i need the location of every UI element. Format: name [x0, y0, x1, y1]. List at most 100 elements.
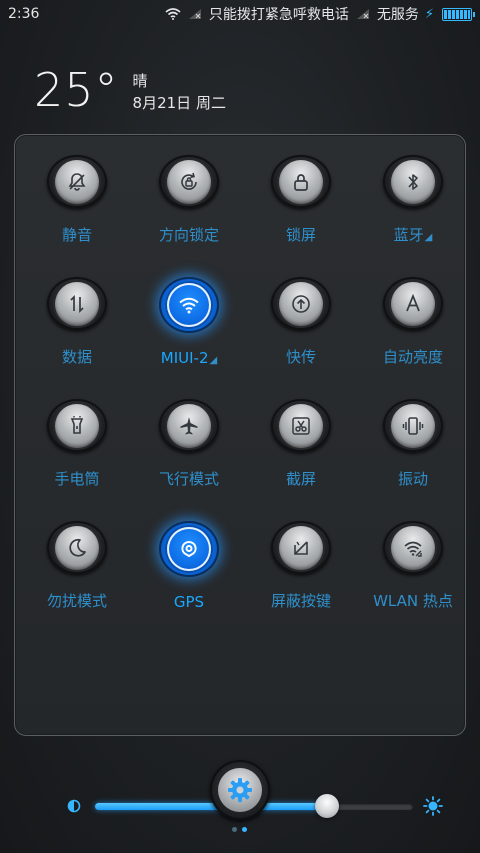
toggle-block-keys[interactable]: 屏蔽按键 — [245, 501, 357, 611]
settings-button[interactable] — [210, 760, 270, 820]
toggle-hotspot[interactable]: WLAN 热点 — [357, 501, 469, 611]
wifi-status-icon — [165, 8, 181, 20]
carrier-text-2: 无服务 — [376, 7, 419, 23]
page-dot[interactable] — [232, 827, 237, 832]
toggle-knob-face — [167, 159, 211, 204]
toggle-knob-face — [55, 159, 99, 204]
moon-icon — [69, 538, 86, 557]
toggle-knob-face — [167, 527, 211, 571]
carrier-text: 只能拨打紧急呼救电话 — [208, 7, 349, 23]
status-indicators: 只能拨打紧急呼救电话 无服务 ⚡ — [165, 4, 475, 24]
signal-none-icon-2 — [356, 9, 369, 19]
page-dot-active[interactable] — [242, 827, 247, 832]
toggle-knob[interactable] — [47, 399, 107, 452]
toggle-label: 屏蔽按键 — [271, 590, 331, 611]
gear-icon — [228, 778, 252, 802]
flashlight-icon — [70, 415, 84, 434]
toggle-label: 方向锁定 — [159, 224, 219, 245]
more-indicator-icon: ◢ — [424, 232, 433, 243]
toggle-scissors[interactable]: 截屏 — [245, 379, 357, 489]
toggle-label: 飞行模式 — [159, 468, 219, 489]
toggle-label-text: MIUI-2 — [160, 349, 209, 367]
toggle-knob[interactable] — [383, 521, 443, 574]
toggle-gps[interactable]: GPS — [133, 501, 245, 611]
brightness-high-icon — [423, 796, 443, 816]
toggle-data-arrows[interactable]: 数据 — [21, 257, 133, 367]
weather-date: 8月21日 周二 — [132, 94, 226, 112]
vibrate-icon — [402, 416, 424, 435]
brightness-low-icon — [67, 799, 81, 813]
letter-a-icon — [406, 293, 420, 311]
toggle-knob-face — [391, 403, 435, 448]
toggle-knob[interactable] — [271, 155, 331, 208]
settings-knob — [218, 768, 262, 812]
brightness-thumb[interactable] — [315, 794, 340, 818]
toggle-upload[interactable]: 快传 — [245, 257, 357, 367]
toggle-label: 自动亮度 — [383, 346, 443, 367]
toggle-vibrate[interactable]: 振动 — [357, 379, 469, 489]
toggle-knob[interactable] — [383, 399, 443, 452]
toggle-rotation-lock[interactable]: 方向锁定 — [133, 135, 245, 245]
toggle-knob-face — [391, 281, 435, 326]
toggle-label-text: 方向锁定 — [158, 226, 219, 244]
weather-widget[interactable]: 25° 晴 8月21日 周二 — [34, 64, 226, 116]
toggle-knob[interactable] — [271, 521, 331, 574]
temperature: 25° — [34, 63, 119, 117]
toggle-knob[interactable] — [159, 399, 219, 452]
wifi-icon — [179, 297, 199, 314]
toggle-knob-face — [391, 159, 435, 204]
toggle-knob-face — [55, 403, 99, 448]
more-indicator-icon: ◢ — [209, 355, 218, 366]
weather-condition: 晴 — [132, 72, 148, 90]
toggle-moon[interactable]: 勿扰模式 — [21, 501, 133, 611]
toggle-knob-face — [55, 525, 99, 570]
toggle-bell-off[interactable]: 静音 — [21, 135, 133, 245]
toggle-knob-face — [279, 281, 323, 326]
toggle-label-text: 蓝牙 — [393, 226, 424, 244]
toggle-label-text: 静音 — [61, 226, 92, 244]
toggle-label-text: WLAN 热点 — [373, 592, 453, 610]
block-keys-icon — [294, 540, 308, 555]
weather-info: 晴 8月21日 周二 — [133, 70, 226, 114]
bluetooth-icon — [408, 173, 418, 190]
scissors-icon — [292, 416, 310, 435]
toggle-label-text: 锁屏 — [285, 226, 316, 244]
status-time: 2:36 — [8, 6, 40, 22]
status-bar: 2:36 只能拨打紧急呼救电话 无服务 ⚡ — [0, 0, 480, 28]
toggle-label: 截屏 — [286, 468, 316, 489]
toggle-knob[interactable] — [47, 521, 107, 574]
toggle-knob[interactable] — [47, 155, 107, 208]
toggle-label: 勿扰模式 — [47, 590, 107, 611]
toggle-letter-a[interactable]: 自动亮度 — [357, 257, 469, 367]
toggle-label-text: 快传 — [285, 348, 316, 366]
toggle-knob-face — [279, 159, 323, 204]
toggle-knob[interactable] — [47, 277, 107, 330]
quick-settings-panel: 静音 方向锁定 锁屏 蓝牙◢ 数据 MIUI-2◢ 快传 自动亮度 手电筒 飞行模式 截屏 振动 勿扰模… — [14, 134, 469, 818]
toggle-label-text: GPS — [173, 593, 205, 611]
toggle-wifi[interactable]: MIUI-2◢ — [133, 257, 245, 367]
toggle-knob[interactable] — [159, 521, 219, 577]
charging-icon: ⚡ — [424, 6, 434, 22]
rotation-lock-icon — [181, 172, 197, 190]
toggle-knob[interactable] — [383, 277, 443, 330]
toggle-bluetooth[interactable]: 蓝牙◢ — [357, 135, 469, 245]
battery-fill — [444, 9, 470, 19]
toggle-knob-face — [391, 525, 435, 570]
toggle-label-text: 自动亮度 — [382, 348, 443, 366]
upload-icon — [292, 294, 310, 313]
toggle-label: GPS — [174, 593, 204, 611]
toggle-label-text: 数据 — [61, 348, 92, 366]
toggle-airplane[interactable]: 飞行模式 — [133, 379, 245, 489]
toggle-label-text: 截屏 — [285, 470, 316, 488]
toggle-label-text: 飞行模式 — [158, 470, 219, 488]
toggle-flashlight[interactable]: 手电筒 — [21, 379, 133, 489]
toggle-knob[interactable] — [159, 277, 219, 333]
toggle-knob[interactable] — [271, 277, 331, 330]
hotspot-icon — [404, 541, 422, 557]
toggle-knob[interactable] — [159, 155, 219, 208]
toggle-lock[interactable]: 锁屏 — [245, 135, 357, 245]
toggle-knob[interactable] — [271, 399, 331, 452]
toggle-label-text: 振动 — [397, 470, 428, 488]
toggle-knob[interactable] — [383, 155, 443, 208]
toggle-knob-face — [279, 525, 323, 570]
